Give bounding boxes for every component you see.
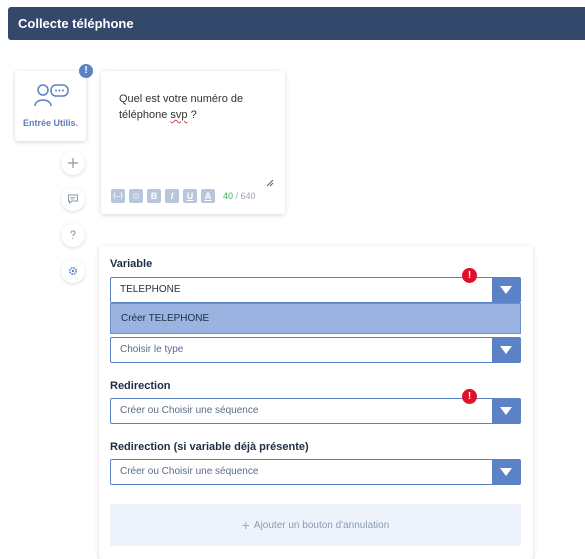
gear-icon xyxy=(68,266,78,276)
underline-button[interactable]: U xyxy=(183,189,197,203)
type-placeholder: Choisir le type xyxy=(120,344,184,355)
type-select[interactable]: Choisir le type xyxy=(110,337,521,363)
variable-error-badge: ! xyxy=(462,268,477,283)
italic-button[interactable]: I xyxy=(165,189,179,203)
chevron-down-icon[interactable] xyxy=(492,338,520,362)
page-header: Collecte téléphone xyxy=(8,7,585,40)
add-button[interactable] xyxy=(61,151,85,175)
redirection2-label: Redirection (si variable déjà présente) xyxy=(110,441,309,453)
chevron-down-icon[interactable] xyxy=(492,278,520,302)
redirection2-placeholder: Créer ou Choisir une séquence xyxy=(120,466,259,477)
chevron-down-icon[interactable] xyxy=(492,399,520,423)
plus-icon xyxy=(68,158,78,168)
message-text[interactable]: Quel est votre numéro de téléphone svp ? xyxy=(119,91,269,123)
plus-icon: + xyxy=(241,517,250,533)
redirection-error-badge: ! xyxy=(462,389,477,404)
help-button[interactable] xyxy=(61,223,85,247)
bold-button[interactable]: B xyxy=(147,189,161,203)
question-icon xyxy=(70,230,76,239)
redirection2-select[interactable]: Créer ou Choisir une séquence xyxy=(110,459,521,485)
redirection-placeholder: Créer ou Choisir une séquence xyxy=(120,405,259,416)
add-cancel-button[interactable]: + Ajouter un bouton d'annulation xyxy=(110,504,521,546)
page-title: Collecte téléphone xyxy=(18,16,134,31)
resize-handle-icon[interactable] xyxy=(266,179,274,187)
variable-insert-button[interactable]: {...} xyxy=(111,189,125,203)
info-badge[interactable]: ! xyxy=(79,64,93,78)
spellcheck-word: svp xyxy=(170,109,188,121)
text-color-button[interactable]: A xyxy=(201,189,215,203)
redirection-label: Redirection xyxy=(110,380,171,392)
emoji-button[interactable]: ☺ xyxy=(129,189,143,203)
variable-label: Variable xyxy=(110,258,153,270)
char-counter: 40 / 640 xyxy=(223,191,256,201)
variable-value: TELEPHONE xyxy=(120,284,181,295)
dropdown-option-create[interactable]: Créer TELEPHONE xyxy=(110,303,521,334)
user-chat-icon xyxy=(34,84,69,107)
chat-icon xyxy=(68,194,78,205)
chevron-down-icon[interactable] xyxy=(492,460,520,484)
variable-select[interactable]: TELEPHONE xyxy=(110,277,521,303)
message-editor[interactable]: Quel est votre numéro de téléphone svp ?… xyxy=(101,71,285,214)
add-cancel-button-label: Ajouter un bouton d'annulation xyxy=(253,519,390,531)
format-toolbar: {...} ☺ B I U A 40 / 640 xyxy=(111,189,256,203)
node-label: Entrée Utilis. xyxy=(22,118,78,128)
settings-panel: Variable TELEPHONE ! Créer TELEPHONE Cho… xyxy=(99,246,533,559)
user-input-node[interactable]: Entrée Utilis. xyxy=(15,71,86,141)
redirection-select[interactable]: Créer ou Choisir une séquence xyxy=(110,398,521,424)
comment-button[interactable] xyxy=(61,187,85,211)
settings-button[interactable] xyxy=(61,259,85,283)
